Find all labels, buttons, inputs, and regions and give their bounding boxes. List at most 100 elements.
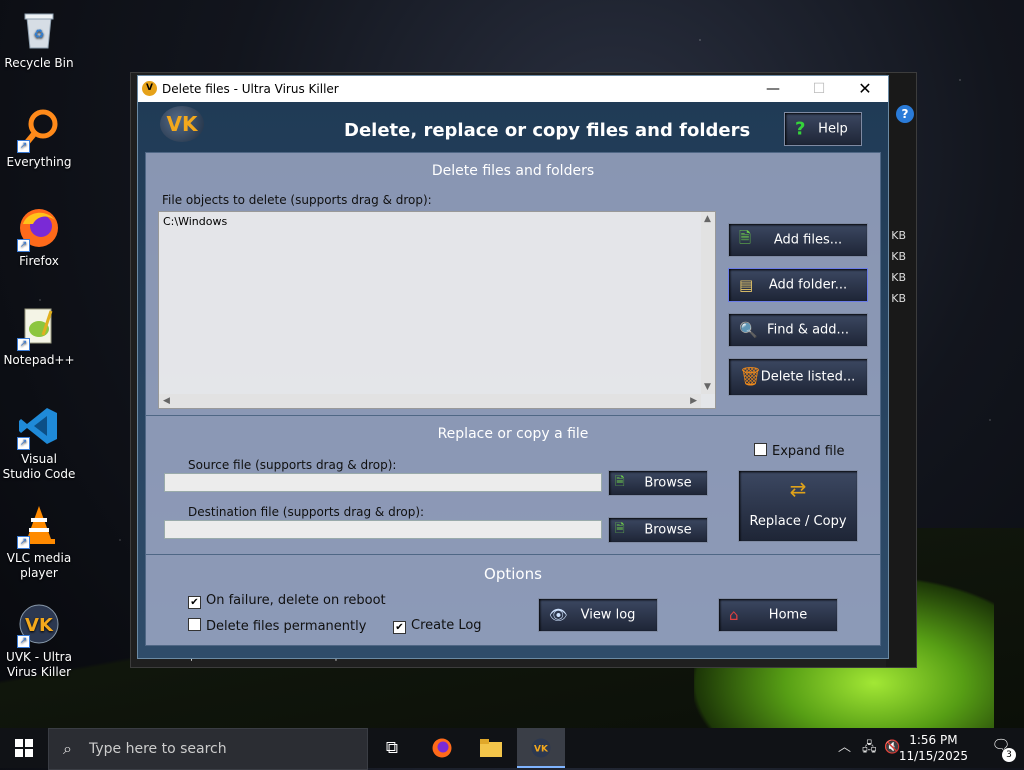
desktop-icon-label: UVK - Ultra Virus Killer bbox=[6, 650, 72, 679]
list-item[interactable]: C:\Windows bbox=[163, 215, 227, 228]
desktop-icon-label: Visual Studio Code bbox=[2, 452, 76, 481]
delete-permanently-label: Delete files permanently bbox=[206, 619, 367, 634]
window-content: VK Delete, replace or copy files and fol… bbox=[138, 102, 888, 658]
delete-section-title: Delete files and folders bbox=[431, 163, 595, 179]
desktop-icon-everything[interactable]: ↗ Everything bbox=[2, 107, 76, 170]
window-titlebar[interactable]: V Delete files - Ultra Virus Killer — ☐ … bbox=[138, 76, 888, 102]
scroll-left-icon: ◀ bbox=[163, 396, 170, 406]
tray-overflow-chevron-icon[interactable]: ︿ bbox=[838, 728, 851, 768]
replace-copy-button[interactable]: ⇄ Replace / Copy bbox=[738, 470, 858, 542]
everything-search-icon: ↗ bbox=[17, 107, 61, 153]
delete-files-window: V Delete files - Ultra Virus Killer — ☐ … bbox=[137, 75, 889, 659]
add-folder-button[interactable]: ▤ Add folder... bbox=[728, 268, 868, 302]
scroll-up-icon: ▲ bbox=[704, 214, 711, 224]
browse-label: Browse bbox=[644, 475, 692, 491]
notification-count-badge: 3 bbox=[1002, 748, 1016, 762]
system-clock[interactable]: 1:56 PM 11/15/2025 bbox=[899, 732, 968, 764]
checkbox-box bbox=[188, 618, 201, 631]
maximize-button[interactable]: ☐ bbox=[796, 76, 842, 102]
explorer-size-column: KB KB KB KB bbox=[886, 73, 916, 667]
find-and-add-button[interactable]: 🔍 Find & add... bbox=[728, 313, 868, 347]
notepad-plus-plus-icon: ↗ bbox=[17, 305, 61, 351]
delete-permanently-checkbox[interactable]: Delete files permanently bbox=[188, 618, 366, 634]
taskbar-search-box[interactable]: ⌕ Type here to search bbox=[48, 728, 368, 770]
close-button[interactable]: ✕ bbox=[842, 76, 888, 102]
create-log-checkbox[interactable]: ✔ Create Log bbox=[393, 618, 482, 634]
svg-text:VK: VK bbox=[534, 745, 549, 755]
source-file-label: Source file (supports drag & drop): bbox=[188, 458, 397, 472]
clock-time: 1:56 PM bbox=[909, 733, 958, 747]
desktop-icon-label: Firefox bbox=[19, 254, 59, 268]
home-button[interactable]: ⌂ Home bbox=[718, 598, 838, 632]
swap-arrows-icon: ⇄ bbox=[789, 477, 807, 501]
desktop-icon-label: Recycle Bin bbox=[4, 56, 74, 70]
source-browse-button[interactable]: 🗎 Browse bbox=[608, 470, 708, 496]
help-button[interactable]: ? Help bbox=[784, 112, 862, 146]
start-button[interactable] bbox=[0, 728, 48, 768]
create-log-label: Create Log bbox=[411, 618, 482, 633]
replace-section-title: Replace or copy a file bbox=[437, 426, 589, 442]
svg-text:VK: VK bbox=[25, 615, 54, 636]
browse-label: Browse bbox=[644, 522, 692, 538]
folder-icon bbox=[480, 739, 502, 757]
options-title: Options bbox=[484, 565, 542, 583]
firefox-icon: ↗ bbox=[17, 206, 61, 252]
network-icon[interactable]: 🖧 bbox=[862, 728, 877, 768]
vlc-icon: ↗ bbox=[17, 503, 61, 549]
minimize-button[interactable]: — bbox=[750, 76, 796, 102]
vscode-icon: ↗ bbox=[17, 404, 61, 450]
size-label: KB bbox=[891, 271, 906, 284]
checkbox-box: ✔ bbox=[393, 621, 406, 634]
volume-muted-icon[interactable]: 🔇 bbox=[884, 728, 900, 768]
add-folder-label: Add folder... bbox=[768, 277, 848, 293]
window-title: Delete files - Ultra Virus Killer bbox=[162, 82, 339, 96]
replace-copy-label: Replace / Copy bbox=[749, 514, 847, 529]
uvk-app-icon: V bbox=[142, 81, 157, 96]
desktop-icon-vscode[interactable]: ↗ Visual Studio Code bbox=[2, 404, 76, 482]
uvk-icon: VK ↗ bbox=[17, 602, 61, 648]
replace-copy-section: Replace or copy a file Source file (supp… bbox=[145, 415, 881, 555]
delete-listed-button[interactable]: 🗑 Delete listed... bbox=[728, 358, 868, 396]
desktop-icon-uvk[interactable]: VK ↗ UVK - Ultra Virus Killer bbox=[2, 602, 76, 680]
scroll-down-icon: ▼ bbox=[704, 382, 711, 392]
taskbar-uvk[interactable]: VK bbox=[517, 728, 565, 768]
desktop-icon-notepad-plus-plus[interactable]: ↗ Notepad++ bbox=[2, 305, 76, 368]
delete-section: Delete files and folders File objects to… bbox=[145, 152, 881, 416]
notification-center-button[interactable]: 🗨 3 bbox=[988, 736, 1016, 762]
delete-on-reboot-label: On failure, delete on reboot bbox=[206, 593, 386, 608]
delete-on-reboot-checkbox[interactable]: ✔ On failure, delete on reboot bbox=[188, 593, 386, 609]
add-files-label: Add files... bbox=[773, 232, 843, 248]
task-view-icon: ⧉ bbox=[385, 738, 399, 758]
list-vertical-scrollbar[interactable]: ▲ ▼ bbox=[701, 212, 715, 394]
expand-file-checkbox[interactable]: Expand file bbox=[754, 443, 845, 459]
uvk-icon: VK bbox=[531, 738, 551, 758]
desktop-icon-label: Everything bbox=[6, 155, 72, 169]
taskbar-file-explorer[interactable] bbox=[467, 728, 515, 768]
taskbar-firefox[interactable] bbox=[418, 728, 466, 768]
scroll-right-icon: ▶ bbox=[690, 396, 697, 406]
destination-browse-button[interactable]: 🗎 Browse bbox=[608, 517, 708, 543]
size-label: KB bbox=[891, 292, 906, 305]
desktop-icon-vlc[interactable]: ↗ VLC media player bbox=[2, 503, 76, 581]
recycle-bin-icon: ♻ bbox=[17, 8, 61, 52]
size-label: KB bbox=[891, 229, 906, 242]
file-objects-list[interactable]: C:\Windows ▲ ▼ ◀ ▶ bbox=[158, 211, 716, 409]
view-log-button[interactable]: 👁 View log bbox=[538, 598, 658, 632]
checkbox-box: ✔ bbox=[188, 596, 201, 609]
source-file-input[interactable] bbox=[164, 473, 602, 492]
desktop-icon-firefox[interactable]: ↗ Firefox bbox=[2, 206, 76, 269]
desktop-icon-recycle-bin[interactable]: ♻ Recycle Bin bbox=[2, 8, 76, 71]
taskbar: ⌕ Type here to search ⧉ VK ︿ 🖧 🔇 1:56 PM… bbox=[0, 728, 1024, 770]
explorer-help-icon[interactable]: ? bbox=[896, 105, 914, 123]
page-title: Delete, replace or copy files and folder… bbox=[344, 120, 751, 141]
task-view-button[interactable]: ⧉ bbox=[368, 728, 416, 768]
list-horizontal-scrollbar[interactable]: ◀ ▶ bbox=[159, 394, 701, 408]
file-list-label: File objects to delete (supports drag & … bbox=[162, 193, 432, 207]
find-add-label: Find & add... bbox=[767, 322, 849, 338]
svg-text:♻: ♻ bbox=[34, 27, 45, 41]
view-log-label: View log bbox=[580, 607, 636, 623]
add-files-button[interactable]: 🗎 Add files... bbox=[728, 223, 868, 257]
firefox-icon bbox=[432, 738, 452, 758]
destination-file-label: Destination file (supports drag & drop): bbox=[188, 505, 425, 519]
destination-file-input[interactable] bbox=[164, 520, 602, 539]
